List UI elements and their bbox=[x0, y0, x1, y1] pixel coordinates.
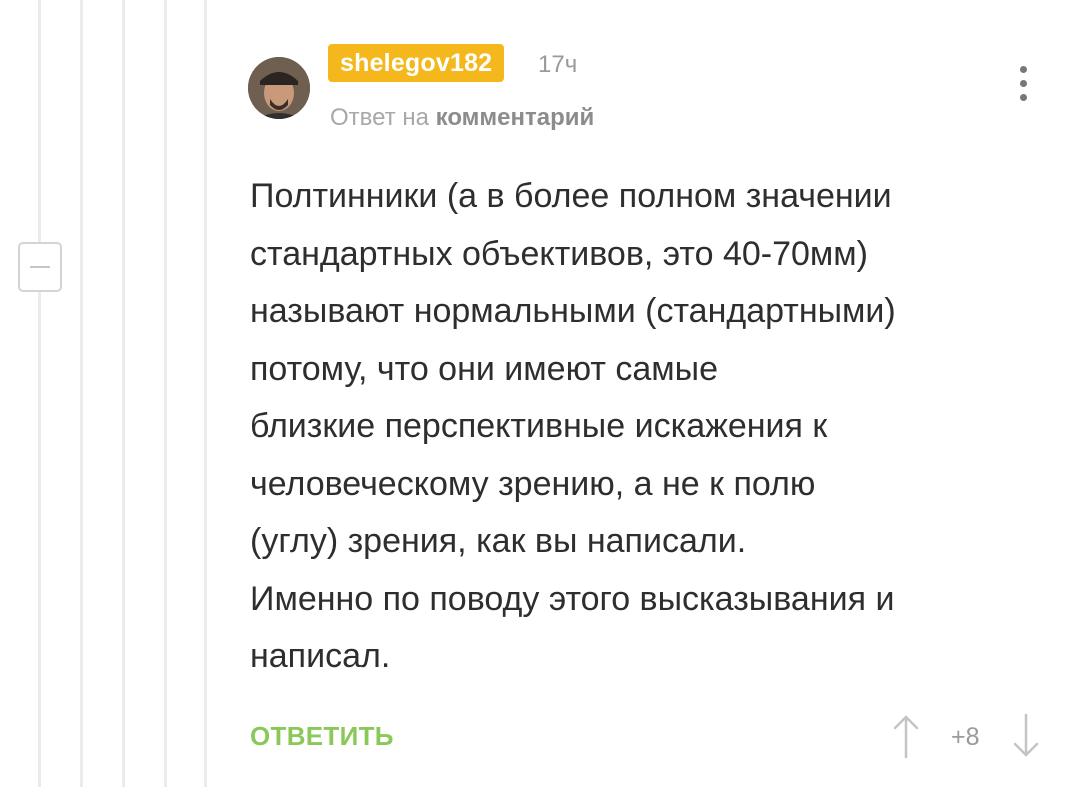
thread-line-3 bbox=[122, 0, 125, 787]
comment-line: стандартных объективов, это 40-70мм) bbox=[250, 234, 868, 273]
reply-button[interactable]: ОТВЕТИТЬ bbox=[250, 720, 394, 752]
reply-prefix: Ответ на bbox=[330, 104, 429, 131]
thread-line-5 bbox=[204, 0, 207, 787]
thread-line-4 bbox=[164, 0, 167, 787]
comment-line: (углу) зрения, как вы написали. bbox=[250, 522, 747, 560]
thread-line-2 bbox=[80, 0, 83, 787]
more-vertical-icon[interactable] bbox=[1016, 66, 1030, 108]
username-badge[interactable]: shelegov182 bbox=[328, 44, 505, 82]
comment-line: человеческому зрению, а не к полю bbox=[250, 464, 816, 503]
minus-icon bbox=[30, 266, 50, 268]
collapse-thread-button[interactable] bbox=[18, 242, 62, 292]
reply-info: Ответ на комментарий bbox=[330, 103, 594, 133]
comment-line: называют нормальными (стандартными) bbox=[250, 292, 896, 330]
comment-body: Полтинники (а в более полном значении ст… bbox=[250, 168, 1050, 686]
comment-line: потому, что они имеют самые bbox=[250, 349, 718, 388]
comment-line: Полтинники (а в более полном значении bbox=[250, 177, 892, 215]
rating-value: +8 bbox=[951, 723, 980, 751]
timestamp: 17ч bbox=[538, 51, 578, 78]
comment-line: Именно по поводу этого высказывания и bbox=[250, 579, 895, 618]
comment-line: написал. bbox=[250, 637, 391, 675]
comment-line: близкие перспективные искажения к bbox=[250, 407, 828, 445]
arrow-up-icon[interactable] bbox=[892, 713, 920, 759]
thread-line-1 bbox=[38, 0, 41, 787]
avatar[interactable] bbox=[248, 57, 310, 119]
parent-comment-link[interactable]: комментарий bbox=[436, 104, 595, 131]
arrow-down-icon[interactable] bbox=[1012, 713, 1040, 759]
